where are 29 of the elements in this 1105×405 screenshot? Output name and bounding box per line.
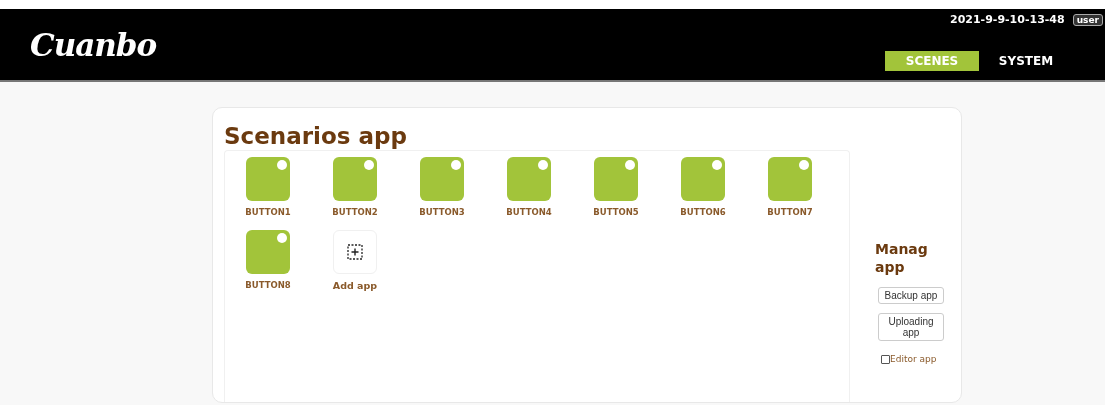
add-app-label: Add app [332, 280, 378, 291]
editor-label: Editor app [890, 354, 937, 364]
app-tile[interactable] [681, 157, 725, 201]
add-icon [347, 244, 363, 260]
user-badge[interactable]: user [1072, 13, 1103, 26]
app-label: BUTTON6 [680, 207, 726, 217]
app-tile[interactable] [333, 157, 377, 201]
editor-checkbox[interactable] [881, 354, 890, 364]
app-tile[interactable] [246, 157, 290, 201]
app-label: BUTTON2 [332, 207, 378, 217]
app-tile[interactable] [594, 157, 638, 201]
app-label: BUTTON8 [245, 280, 291, 290]
manage-title: Manag app [875, 240, 929, 276]
add-app-button[interactable] [333, 230, 377, 274]
app-label: BUTTON3 [419, 207, 465, 217]
app-label: BUTTON4 [506, 207, 552, 217]
datetime-text: 2021-9-9-10-13-48 [950, 13, 1065, 26]
section-title: Scenarios app [224, 122, 408, 150]
manage-button[interactable]: Backup app [878, 287, 944, 304]
app-tile[interactable] [420, 157, 464, 201]
app-label: BUTTON7 [767, 207, 813, 217]
manage-button[interactable]: Uploading app [878, 313, 944, 341]
app-label: BUTTON1 [245, 207, 291, 217]
app-tile[interactable] [768, 157, 812, 201]
app-tile[interactable] [246, 230, 290, 274]
nav-tab[interactable]: SYSTEM [979, 51, 1073, 71]
app-tile[interactable] [507, 157, 551, 201]
logo: Cuanbo [30, 27, 157, 65]
app-label: BUTTON5 [593, 207, 639, 217]
